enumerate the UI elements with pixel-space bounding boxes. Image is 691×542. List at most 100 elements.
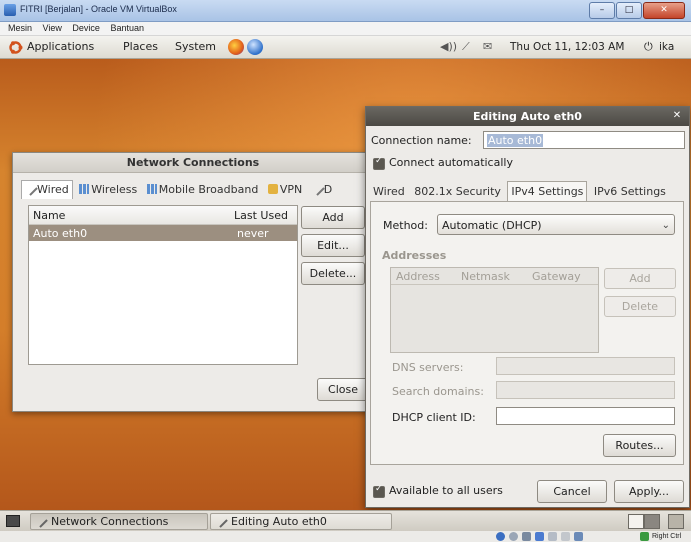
column-header-netmask: Netmask [461, 270, 510, 283]
wireless-icon [79, 184, 90, 194]
close-icon[interactable]: ✕ [671, 110, 683, 122]
add-address-button: Add [604, 268, 676, 289]
network-connections-window: Network Connections Wired Wireless Mobil… [12, 152, 374, 412]
volume-icon[interactable]: ◀)) [440, 40, 457, 53]
taskbar-editing-auto-eth0[interactable]: Editing Auto eth0 [210, 512, 392, 530]
list-header: Name Last Used [29, 206, 297, 225]
nc-titlebar: Network Connections [13, 153, 373, 173]
tab-wired[interactable]: Wired [370, 182, 408, 201]
table-row[interactable]: Auto eth0 never [29, 225, 297, 241]
column-header-last-used[interactable]: Last Used [234, 209, 288, 222]
tab-wireless-label: Wireless [91, 183, 138, 196]
menu-view[interactable]: View [43, 22, 62, 35]
shared-folders-icon[interactable] [548, 532, 557, 541]
nc-tabs: Wired Wireless Mobile Broadband VPN D [21, 180, 373, 200]
usb-icon[interactable] [522, 532, 531, 541]
nc-window-title: Network Connections [126, 156, 260, 169]
tab-mobile-broadband[interactable]: Mobile Broadband [144, 181, 262, 199]
column-header-address: Address [396, 270, 440, 283]
tab-vpn[interactable]: VPN [265, 181, 305, 199]
mouse-integration-icon[interactable] [574, 532, 583, 541]
column-header-gateway: Gateway [532, 270, 581, 283]
close-button[interactable]: ✕ [643, 2, 685, 19]
mobile-broadband-icon [146, 184, 157, 194]
vbox-statusbar: Right Ctrl [0, 531, 691, 542]
connection-name-value: Auto eth0 [487, 134, 544, 147]
connections-list[interactable]: Name Last Used Auto eth0 never [28, 205, 298, 365]
places-menu[interactable]: Places [123, 40, 158, 53]
ubuntu-logo-icon [9, 41, 23, 54]
addresses-header: Address Netmask Gateway [391, 268, 598, 285]
connection-name-label: Connection name: [371, 134, 472, 147]
column-header-name[interactable]: Name [33, 209, 65, 222]
network-connections-icon [32, 512, 48, 528]
user-menu[interactable]: ika [659, 41, 674, 53]
maximize-button[interactable]: □ [616, 2, 642, 19]
ed-tabs: Wired 802.1x Security IPv4 Settings IPv6… [370, 181, 669, 201]
minimize-button[interactable]: – [589, 2, 615, 19]
power-icon[interactable]: ⏻ [644, 40, 653, 54]
network-icon[interactable]: ⟋ [462, 40, 470, 54]
vbox-window-title: FITRI [Berjalan] - Oracle VM VirtualBox [20, 4, 177, 14]
firefox-icon[interactable] [228, 39, 244, 55]
chevron-down-icon: ⌄ [661, 220, 670, 231]
search-domains-input [496, 381, 675, 399]
dhcp-client-id-input[interactable] [496, 407, 675, 425]
tab-wireless[interactable]: Wireless [76, 181, 140, 199]
task-label: Editing Auto eth0 [231, 515, 327, 528]
routes-button[interactable]: Routes... [603, 434, 676, 457]
task-label: Network Connections [51, 515, 169, 528]
workspace-switcher-1[interactable] [628, 514, 644, 529]
tab-wired[interactable]: Wired [21, 180, 73, 199]
help-icon[interactable] [247, 39, 263, 55]
bottom-panel: Network Connections Editing Auto eth0 [0, 510, 691, 531]
optical-drive-icon[interactable] [509, 532, 518, 541]
edit-button[interactable]: Edit... [301, 234, 365, 257]
tab-ipv6-settings[interactable]: IPv6 Settings [591, 182, 669, 201]
show-desktop-icon[interactable] [6, 515, 20, 527]
addresses-table: Address Netmask Gateway [390, 267, 599, 353]
close-window-button[interactable]: Close [317, 378, 369, 401]
virtualbox-icon [4, 4, 16, 16]
host-key-icon [640, 532, 649, 541]
system-menu[interactable]: System [175, 40, 216, 53]
taskbar-network-connections[interactable]: Network Connections [30, 512, 208, 530]
applications-menu[interactable]: Applications [27, 40, 94, 53]
hard-disk-icon[interactable] [496, 532, 505, 541]
network-connections-icon [212, 512, 228, 528]
display-icon[interactable] [561, 532, 570, 541]
dhcp-client-id-label: DHCP client ID: [392, 411, 476, 424]
tab-dsl[interactable]: D [308, 180, 335, 199]
delete-button[interactable]: Delete... [301, 262, 365, 285]
tab-wired-label: Wired [37, 183, 69, 196]
connection-name-input[interactable]: Auto eth0 [483, 131, 685, 149]
delete-address-button: Delete [604, 296, 676, 317]
dns-servers-input [496, 357, 675, 375]
method-select[interactable]: Automatic (DHCP) ⌄ [437, 214, 675, 235]
menu-device[interactable]: Device [72, 22, 100, 35]
available-to-all-users-label: Available to all users [389, 484, 503, 497]
tab-8021x-security[interactable]: 802.1x Security [411, 182, 504, 201]
host-key-label: Right Ctrl [652, 533, 682, 540]
method-label: Method: [383, 219, 428, 232]
top-panel: Applications Places System ◀)) ⟋ ✉ Thu O… [0, 36, 691, 59]
available-to-all-users-checkbox[interactable] [373, 484, 385, 498]
connect-automatically-checkbox[interactable] [373, 156, 385, 170]
window-controls: – □ ✕ [589, 2, 685, 19]
cancel-button[interactable]: Cancel [537, 480, 607, 503]
network-adapter-icon[interactable] [535, 532, 544, 541]
tab-ipv4-settings[interactable]: IPv4 Settings [507, 181, 588, 201]
tab-dsl-label: D [323, 183, 333, 196]
add-button[interactable]: Add [301, 206, 365, 229]
trash-icon[interactable] [668, 514, 684, 529]
menu-bantuan[interactable]: Bantuan [110, 22, 144, 35]
workspace-switcher-2[interactable] [644, 514, 660, 529]
ed-window-title: Editing Auto eth0 [473, 110, 582, 123]
editing-connection-dialog: Editing Auto eth0 ✕ Connection name: Aut… [365, 106, 690, 508]
clock[interactable]: Thu Oct 11, 12:03 AM [510, 41, 624, 53]
tab-mobile-broadband-label: Mobile Broadband [158, 183, 259, 196]
menu-mesin[interactable]: Mesin [8, 22, 32, 35]
mail-icon[interactable]: ✉ [483, 40, 492, 53]
apply-button[interactable]: Apply... [614, 480, 684, 503]
ed-titlebar: Editing Auto eth0 ✕ [366, 107, 689, 126]
